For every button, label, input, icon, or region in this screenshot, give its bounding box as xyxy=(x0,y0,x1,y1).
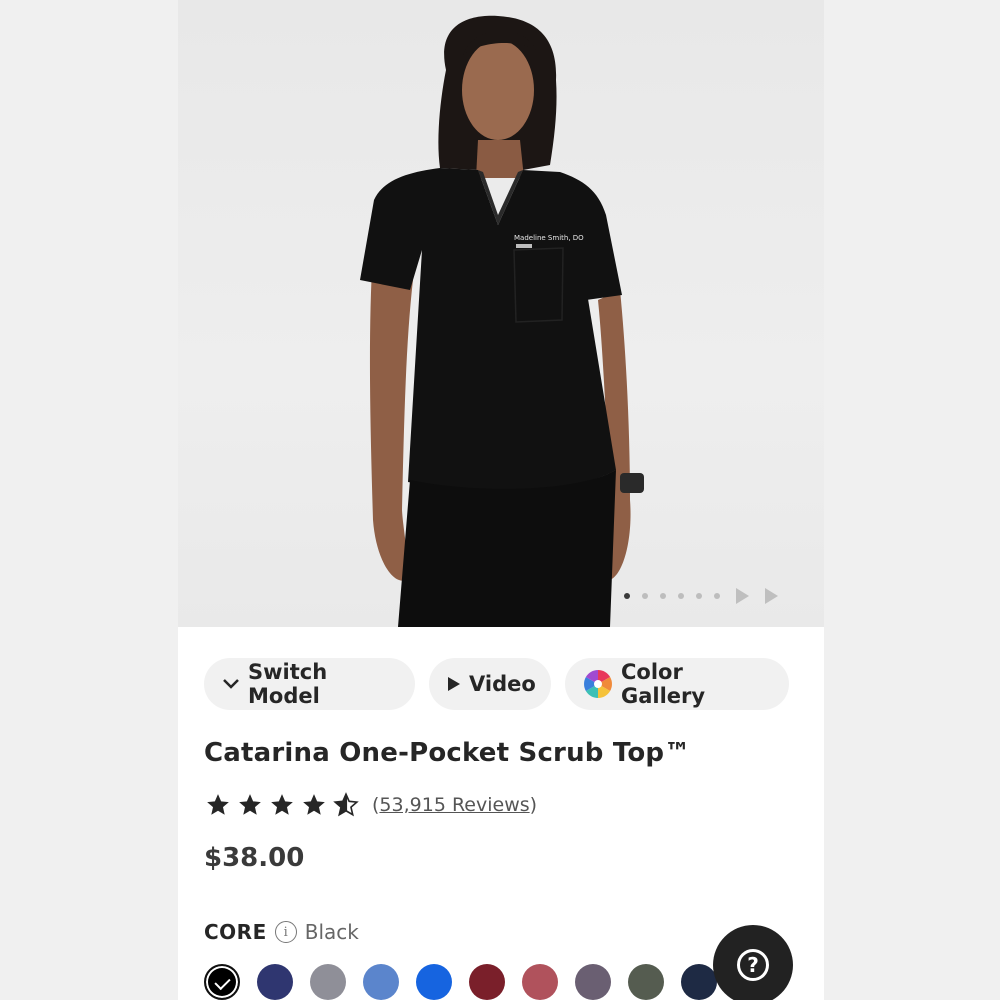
media-options: Switch Model Video Color Gallery xyxy=(204,658,789,710)
right-gutter xyxy=(824,0,1000,1000)
color-swatch[interactable] xyxy=(416,964,452,1000)
product-price: $38.00 xyxy=(204,843,305,873)
selected-color-name: Black xyxy=(304,920,359,944)
half-star-icon xyxy=(333,792,359,817)
carousel-dot[interactable] xyxy=(660,593,666,599)
color-wheel-icon xyxy=(583,669,613,699)
play-icon xyxy=(447,676,461,692)
play-next-icon[interactable] xyxy=(736,588,749,604)
color-swatches xyxy=(204,964,717,1000)
color-swatch[interactable] xyxy=(257,964,293,1000)
reviews-link[interactable]: (53,915 Reviews) xyxy=(372,794,537,816)
info-icon[interactable]: i xyxy=(274,921,297,943)
collection-label: CORE xyxy=(204,920,267,944)
reviews-count: 53,915 Reviews xyxy=(379,794,530,816)
product-image[interactable]: Madeline Smith, DO xyxy=(178,0,824,627)
left-gutter xyxy=(0,0,178,1000)
color-swatch[interactable] xyxy=(681,964,717,1000)
model-illustration: Madeline Smith, DO xyxy=(360,15,644,627)
star-rating xyxy=(204,792,360,818)
color-swatch[interactable] xyxy=(310,964,346,1000)
color-gallery-button[interactable]: Color Gallery xyxy=(565,658,789,710)
color-swatch[interactable] xyxy=(363,964,399,1000)
next-arrow-icon[interactable] xyxy=(765,588,778,604)
question-icon: ? xyxy=(737,949,769,981)
product-rating: (53,915 Reviews) xyxy=(204,792,537,818)
color-swatch[interactable] xyxy=(204,964,240,1000)
color-swatch[interactable] xyxy=(522,964,558,1000)
chevron-down-icon xyxy=(222,678,240,690)
color-label-row: CORE i Black xyxy=(204,920,359,944)
product-panel: Madeline Smith, DO Switch Model Video Co… xyxy=(178,0,824,1000)
color-gallery-label: Color Gallery xyxy=(621,660,706,708)
carousel-dot[interactable] xyxy=(678,593,684,599)
carousel-dot[interactable] xyxy=(696,593,702,599)
video-label: Video xyxy=(469,672,536,696)
star-icon xyxy=(207,794,229,815)
reviews-close-paren: ) xyxy=(529,794,538,816)
star-icon xyxy=(303,794,325,815)
carousel-dot[interactable] xyxy=(642,593,648,599)
product-title: Catarina One-Pocket Scrub Top™ xyxy=(204,738,691,768)
star-icon xyxy=(271,794,293,815)
star-icon xyxy=(239,794,261,815)
video-button[interactable]: Video xyxy=(429,658,551,710)
embroidery-text: Madeline Smith, DO xyxy=(514,234,584,242)
carousel-indicator xyxy=(624,586,778,606)
color-swatch[interactable] xyxy=(469,964,505,1000)
carousel-dot[interactable] xyxy=(624,593,630,599)
carousel-dot[interactable] xyxy=(714,593,720,599)
color-swatch[interactable] xyxy=(628,964,664,1000)
switch-model-button[interactable]: Switch Model xyxy=(204,658,415,710)
color-swatch[interactable] xyxy=(575,964,611,1000)
help-button[interactable]: ? xyxy=(713,925,793,1000)
switch-model-label: Switch Model xyxy=(248,660,328,708)
